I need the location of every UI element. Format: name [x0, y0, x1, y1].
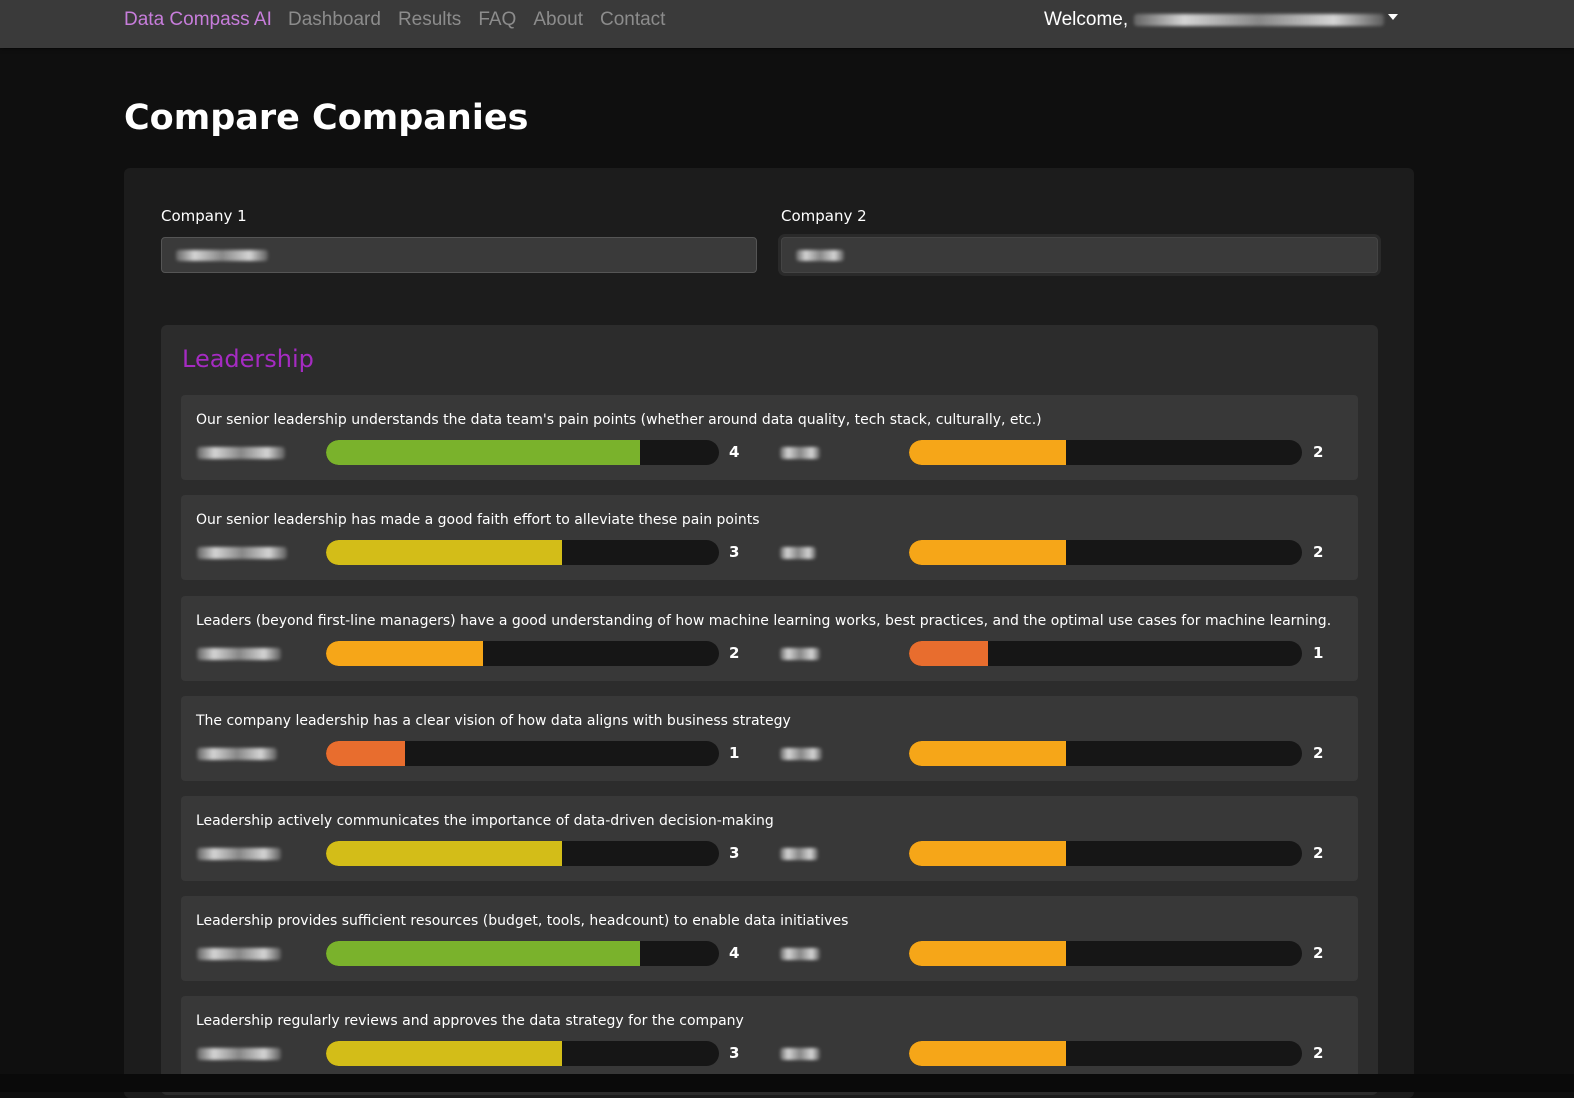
company1-score-value: 4 [729, 944, 740, 962]
redacted-company1-name [197, 948, 281, 960]
question-text: Leadership regularly reviews and approve… [196, 1013, 744, 1029]
company1-score-bar [326, 440, 719, 465]
company2-score-fill [909, 1041, 1067, 1066]
brand-link[interactable]: Data Compass AI [124, 9, 272, 31]
question-text: Our senior leadership understands the da… [196, 412, 1042, 428]
company1-score-bar [326, 641, 719, 666]
company1-score-value: 3 [729, 844, 740, 862]
company2-score-value: 2 [1313, 1044, 1324, 1062]
question-row: Leadership regularly reviews and approve… [181, 996, 1358, 1081]
redacted-company1-name [197, 848, 281, 860]
user-menu[interactable]: Welcome, [1044, 9, 1385, 31]
company1-score-fill [326, 540, 562, 565]
redacted-company2-name [780, 447, 820, 459]
nav-link-dashboard[interactable]: Dashboard [288, 9, 381, 31]
redacted-company1-name [197, 648, 281, 660]
question-row: Leadership provides sufficient resources… [181, 896, 1358, 981]
company1-score-value: 1 [729, 744, 740, 762]
company2-score-bar [909, 641, 1302, 666]
redacted-company2-name [780, 848, 818, 860]
company1-score-bar [326, 741, 719, 766]
company2-select[interactable] [781, 237, 1378, 273]
question-text: The company leadership has a clear visio… [196, 713, 791, 729]
redacted-company1-name [197, 547, 287, 559]
nav-links: Dashboard Results FAQ About Contact [288, 9, 682, 31]
company2-score-bar [909, 540, 1302, 565]
nav-link-faq[interactable]: FAQ [478, 9, 516, 31]
redacted-company1-name [197, 748, 277, 760]
company1-score-bar [326, 1041, 719, 1066]
company1-score-bar [326, 941, 719, 966]
redacted-username [1134, 14, 1385, 26]
question-row: Our senior leadership understands the da… [181, 395, 1358, 480]
company2-score-value: 2 [1313, 443, 1324, 461]
chevron-down-icon[interactable] [1388, 14, 1398, 20]
redacted-company1-name [197, 1048, 281, 1060]
company1-score-value: 3 [729, 1044, 740, 1062]
question-text: Leadership provides sufficient resources… [196, 913, 849, 929]
redacted-company2-name [780, 748, 822, 760]
company2-score-fill [909, 641, 988, 666]
company1-select[interactable] [161, 237, 757, 273]
question-text: Leadership actively communicates the imp… [196, 813, 774, 829]
company2-score-bar [909, 440, 1302, 465]
nav-link-about[interactable]: About [533, 9, 583, 31]
page-title: Compare Companies [124, 98, 529, 138]
bottom-strip [0, 1074, 1574, 1092]
question-row: Our senior leadership has made a good fa… [181, 495, 1358, 580]
company2-score-value: 2 [1313, 944, 1324, 962]
redacted-company1-name [197, 447, 285, 459]
company2-score-bar [909, 941, 1302, 966]
redacted-company1 [176, 250, 268, 261]
redacted-company2 [796, 250, 844, 261]
company2-score-fill [909, 841, 1067, 866]
company1-score-fill [326, 841, 562, 866]
company1-score-fill [326, 440, 641, 465]
company2-score-fill [909, 440, 1067, 465]
navbar: Data Compass AI Dashboard Results FAQ Ab… [0, 0, 1574, 48]
company1-score-value: 4 [729, 443, 740, 461]
section-title: Leadership [182, 345, 314, 373]
company1-score-value: 3 [729, 543, 740, 561]
question-row: The company leadership has a clear visio… [181, 696, 1358, 781]
company2-label: Company 2 [781, 207, 867, 225]
company1-score-fill [326, 1041, 562, 1066]
redacted-company2-name [780, 648, 820, 660]
company2-score-bar [909, 741, 1302, 766]
nav-link-results[interactable]: Results [398, 9, 461, 31]
question-text: Our senior leadership has made a good fa… [196, 512, 760, 528]
question-text: Leaders (beyond first-line managers) hav… [196, 613, 1332, 629]
company1-score-fill [326, 941, 641, 966]
company2-score-fill [909, 941, 1067, 966]
company2-score-bar [909, 841, 1302, 866]
welcome-label: Welcome, [1044, 9, 1129, 30]
nav-link-contact[interactable]: Contact [600, 9, 665, 31]
company2-score-value: 1 [1313, 644, 1324, 662]
question-row: Leaders (beyond first-line managers) hav… [181, 596, 1358, 681]
redacted-company2-name [780, 547, 816, 559]
redacted-company2-name [780, 1048, 820, 1060]
company2-score-bar [909, 1041, 1302, 1066]
company2-score-fill [909, 540, 1067, 565]
company1-score-bar [326, 841, 719, 866]
company1-label: Company 1 [161, 207, 247, 225]
company1-score-bar [326, 540, 719, 565]
company1-score-fill [326, 641, 484, 666]
redacted-company2-name [780, 948, 820, 960]
company1-score-value: 2 [729, 644, 740, 662]
company2-score-value: 2 [1313, 844, 1324, 862]
question-row: Leadership actively communicates the imp… [181, 796, 1358, 881]
company2-score-value: 2 [1313, 543, 1324, 561]
company2-score-value: 2 [1313, 744, 1324, 762]
company2-score-fill [909, 741, 1067, 766]
company1-score-fill [326, 741, 405, 766]
